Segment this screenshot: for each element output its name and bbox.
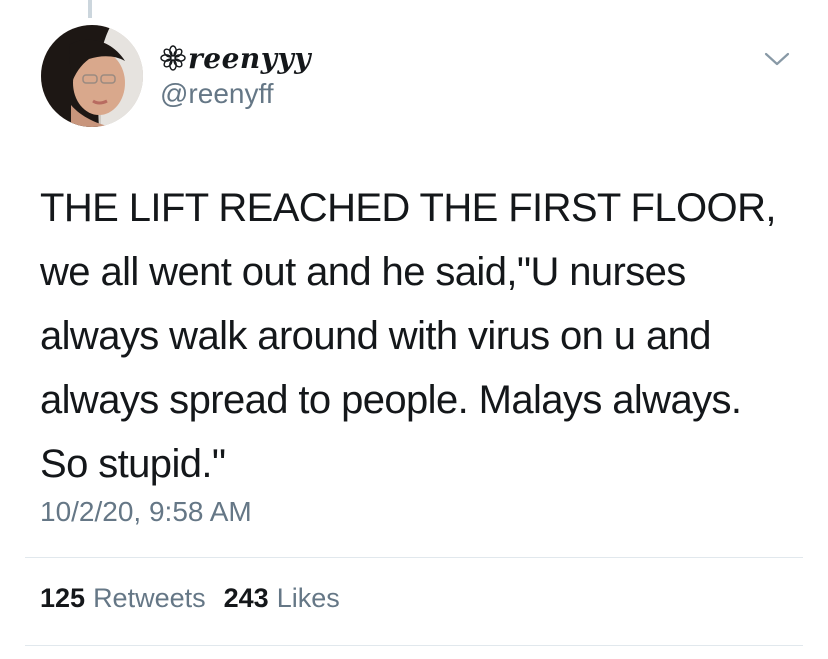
tweet-timestamp[interactable]: 10/2/20, 9:58 AM [40, 496, 252, 528]
chevron-down-icon[interactable] [762, 48, 792, 70]
author-handle[interactable]: @reenyff [160, 78, 274, 110]
divider [25, 557, 803, 558]
avatar[interactable] [41, 25, 143, 127]
display-name-text: reenyyy [188, 41, 312, 75]
likes-stat[interactable]: 243 Likes [224, 583, 340, 614]
likes-count: 243 [223, 583, 269, 613]
likes-label: Likes [276, 583, 340, 613]
retweets-count: 125 [40, 583, 86, 613]
thread-connector-line [88, 0, 92, 18]
tweet-stats: 125 Retweets 243 Likes [40, 583, 358, 614]
retweets-label: Retweets [93, 583, 206, 613]
author-display-name[interactable]: reenyyy [160, 40, 311, 76]
divider [25, 645, 803, 646]
tweet-text: THE LIFT REACHED THE FIRST FLOOR, we all… [40, 186, 776, 486]
retweets-stat[interactable]: 125 Retweets [40, 583, 206, 614]
avatar-photo [41, 25, 143, 127]
flower-outline-icon [160, 45, 186, 71]
